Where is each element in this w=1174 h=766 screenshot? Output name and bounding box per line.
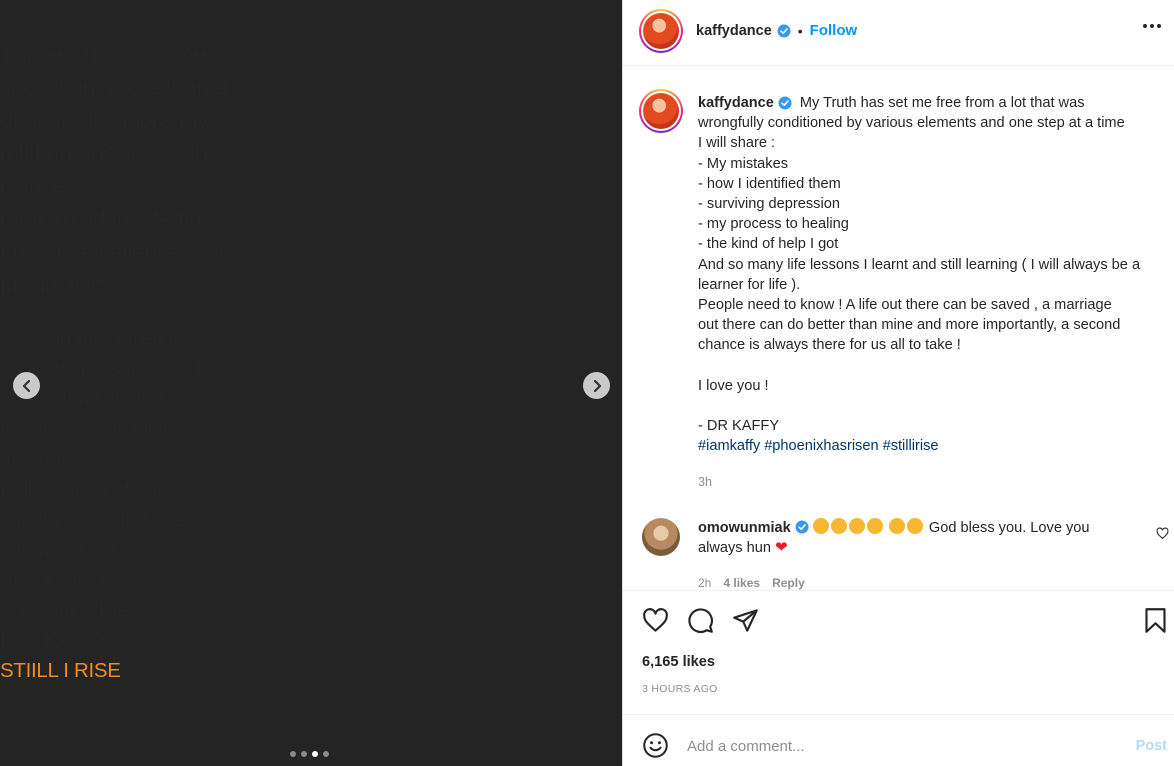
carousel-dot: [290, 751, 296, 757]
comment-input[interactable]: [687, 730, 1107, 762]
avatar[interactable]: [639, 9, 683, 53]
hashtag-link[interactable]: #iamkaffy: [698, 438, 760, 454]
comments-area[interactable]: kaffydance My Truth has set me free from…: [623, 67, 1174, 590]
carousel-dot: [301, 751, 307, 757]
header-username[interactable]: kaffydance: [696, 23, 772, 39]
caption-time[interactable]: 3h: [698, 475, 712, 489]
follow-button[interactable]: Follow: [810, 22, 858, 39]
story-line: show you wetin I see so: [0, 508, 211, 532]
caption-line: My Truth has set me free from a lot that…: [799, 95, 1085, 111]
story-line: am grateful I failed: [0, 387, 163, 411]
caption-line: I will share :: [698, 135, 776, 152]
caption-line: And so many life lessons I learnt and st…: [698, 256, 1141, 273]
caption-line: chance is always there for us all to tak…: [698, 337, 961, 354]
posted-time[interactable]: 3 HOURS AGO: [642, 683, 718, 695]
story-line: so many reasons and I: [0, 357, 202, 381]
comment-meta: 2h 4 likes Reply: [698, 576, 805, 590]
story-line: dancer . I explore my: [0, 107, 209, 133]
story-line: My marriage failed for: [0, 327, 192, 350]
story-line: and now I see.: [0, 447, 130, 471]
caption-line: out there can do better than mine and mo…: [698, 317, 1121, 334]
share-paper-plane-icon[interactable]: [732, 607, 759, 634]
hashtag-link[interactable]: #phoenixhasrisen: [764, 438, 878, 454]
caption-line: - DR KAFFY: [698, 418, 780, 435]
chevron-left-icon: [22, 379, 30, 392]
hashtags: #iamkaffy #phoenixhasrisen #stillirise: [698, 436, 1173, 456]
carousel-dot: [312, 751, 318, 757]
caption-line: - My mistakes: [698, 155, 788, 172]
caption-line: - how I identified them: [698, 175, 841, 192]
caption-line: [698, 356, 1173, 376]
story-line: Those who know me: [0, 41, 206, 67]
story-line: Dance.: [0, 173, 72, 199]
caption-line: learner for life ).: [698, 276, 801, 293]
caption-line: - the kind of help I got: [698, 236, 839, 253]
story-line: full humanity through: [0, 140, 208, 166]
story-line: I am an advocate for: [0, 206, 204, 232]
likes-count[interactable]: 6,165 likes: [642, 654, 715, 670]
story-line: And if you do ...: [0, 568, 138, 592]
carousel-next-button[interactable]: [583, 372, 610, 399]
separator-dot: •: [797, 22, 803, 39]
comment-username[interactable]: omowunmiak: [698, 520, 791, 536]
caption-line: I love you !: [698, 377, 769, 394]
verified-badge-icon: [795, 520, 809, 534]
story-line: because I was blind: [0, 417, 175, 441]
caption-line: wrongfully conditioned by various elemen…: [698, 115, 1125, 132]
post-header: kaffydance • Follow: [623, 0, 1174, 66]
verified-badge-icon: [777, 24, 791, 37]
like-heart-icon[interactable]: [642, 607, 669, 634]
carousel-prev-button[interactable]: [13, 372, 40, 399]
story-line: productivity: [0, 272, 113, 298]
comment-reply-button[interactable]: Reply: [772, 576, 805, 590]
comment: omowunmiak God bless you. Love you alway…: [698, 518, 1148, 558]
add-comment-bar: Post: [623, 714, 1174, 766]
story-paragraph-1: Those who know me know I am more than a da…: [0, 38, 612, 302]
caption-username[interactable]: kaffydance: [698, 93, 774, 113]
verified-badge-icon: [778, 96, 792, 110]
story-line: you shall RISE ....: [0, 598, 158, 622]
red-heart-emoji-icon: ❤: [775, 539, 788, 557]
caption-line: - my process to healing: [698, 216, 849, 233]
carousel-dot: [323, 751, 329, 757]
post-media: Those who know me know I am more than a da…: [0, 0, 622, 766]
emoji-smiley-icon[interactable]: [642, 732, 669, 759]
caption-line: [698, 396, 1173, 416]
comment-likes[interactable]: 4 likes: [723, 576, 760, 590]
hashtag-link[interactable]: #stillirise: [883, 438, 939, 454]
caption-line: - surviving depression: [698, 196, 840, 213]
story-paragraph-2: My marriage failed for so many reasons an…: [0, 324, 612, 686]
story-line: know I am more than a: [0, 74, 228, 100]
story-highlight: STIILL I RISE: [0, 659, 121, 683]
praying-emoji-icon: [812, 518, 885, 536]
story-line: you won’t fall like me .: [0, 538, 194, 562]
chevron-right-icon: [593, 379, 601, 392]
save-bookmark-icon[interactable]: [1142, 607, 1169, 634]
comment-text: God bless you. Love you: [928, 520, 1090, 536]
comment-time[interactable]: 2h: [698, 576, 711, 590]
clapping-emoji-icon: [888, 518, 925, 536]
story-line: Follow me and I go: [0, 478, 168, 502]
comment-bubble-icon[interactable]: [687, 607, 714, 634]
commenter-avatar[interactable]: [642, 518, 680, 556]
more-options-icon[interactable]: [1143, 24, 1161, 28]
post-caption: kaffydance My Truth has set me free from…: [698, 93, 1173, 457]
post-actions: 6,165 likes 3 HOURS AGO: [623, 590, 1174, 714]
story-line: I am KAFFY...: [0, 629, 123, 653]
post-sidebar: kaffydance • Follow kaffydance My Truth …: [622, 0, 1174, 766]
carousel-indicator: [290, 751, 329, 757]
story-line: human excellence and: [0, 239, 225, 265]
comment-like-heart-icon[interactable]: [1156, 527, 1169, 540]
comment-text-line2: always hun: [698, 540, 772, 557]
post-comment-button[interactable]: Post: [1136, 738, 1167, 754]
caption-avatar[interactable]: [639, 89, 683, 133]
caption-line: People need to know ! A life out there c…: [698, 297, 1112, 314]
